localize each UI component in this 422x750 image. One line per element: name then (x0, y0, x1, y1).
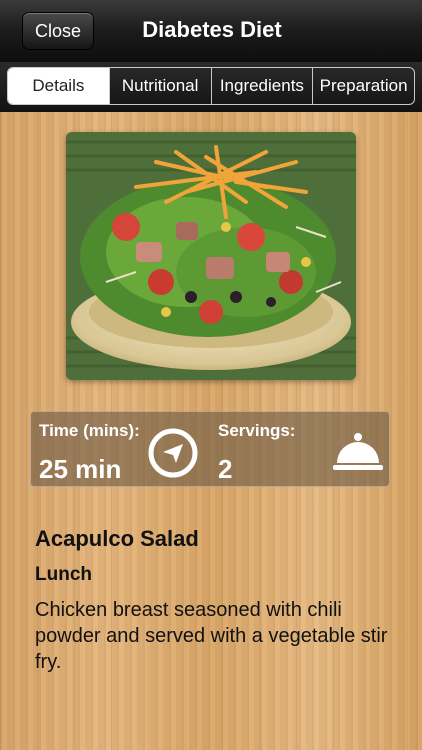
recipe-title: Acapulco Salad (35, 526, 199, 551)
recipe-info-panel: Time (mins): 25 min Servings: 2 (30, 411, 390, 487)
cloche-icon (333, 433, 383, 470)
time-value: 25 min (39, 454, 122, 484)
compass-icon (148, 428, 198, 478)
navigation-bar: Close Diabetes Diet (0, 0, 422, 63)
tab-nutritional[interactable]: Nutritional (108, 68, 211, 104)
page-title-text: Diabetes Diet (142, 17, 282, 42)
servings-label: Servings: (218, 421, 296, 440)
segmented-control: Details Nutritional Ingredients Preparat… (7, 67, 415, 105)
recipe-category: Lunch (35, 564, 92, 585)
tab-ingredients[interactable]: Ingredients (210, 68, 313, 104)
tab-details[interactable]: Details (8, 68, 109, 104)
segmented-tab-bar: Details Nutritional Ingredients Preparat… (0, 62, 422, 112)
recipe-description: Chicken breast seasoned with chili powde… (35, 599, 388, 673)
tab-preparation[interactable]: Preparation (312, 68, 414, 104)
servings-value: 2 (218, 454, 233, 484)
salad-photo-illustration (66, 132, 356, 380)
recipe-photo (66, 132, 356, 380)
time-label: Time (mins): (39, 421, 140, 440)
close-button[interactable]: Close (22, 12, 94, 50)
